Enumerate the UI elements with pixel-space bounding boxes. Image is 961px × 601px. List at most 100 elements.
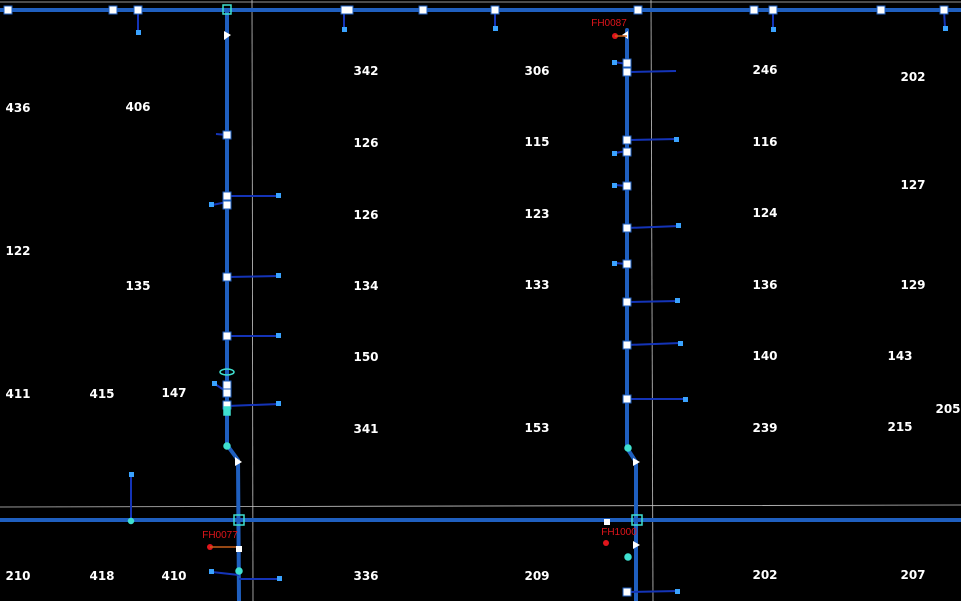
parcel-number-label: 342	[353, 64, 379, 78]
valve-icon[interactable]	[622, 259, 632, 269]
valve-icon[interactable]	[222, 191, 232, 201]
valve-icon[interactable]	[876, 5, 886, 15]
valve-icon[interactable]	[418, 5, 428, 15]
coupling-icon[interactable]	[223, 406, 231, 416]
valve-icon[interactable]	[939, 5, 949, 15]
parcel-number-label: 147	[161, 386, 187, 400]
parcel-number-label: 150	[353, 350, 379, 364]
valve-icon[interactable]	[622, 394, 632, 404]
meter-icon[interactable]	[675, 589, 680, 594]
parcel-number-label: 436	[5, 101, 31, 115]
valve-icon[interactable]	[222, 130, 232, 140]
parcel-number-label: 202	[900, 70, 926, 84]
valve-icon[interactable]	[108, 5, 118, 15]
parcel-number-label: 306	[524, 64, 550, 78]
service-line[interactable]	[626, 590, 679, 593]
hydrant-icon[interactable]	[603, 540, 609, 546]
valve-icon[interactable]	[622, 67, 632, 77]
meter-icon[interactable]	[209, 569, 214, 574]
bend-icon[interactable]	[223, 442, 231, 450]
meter-icon[interactable]	[212, 381, 217, 386]
meter-icon[interactable]	[676, 223, 681, 228]
parcel-number-label: 406	[125, 100, 151, 114]
valve-icon[interactable]	[622, 297, 632, 307]
meter-icon[interactable]	[612, 261, 617, 266]
parcel-number-label: 136	[752, 278, 778, 292]
valve-icon[interactable]	[490, 5, 500, 15]
meter-icon[interactable]	[943, 26, 948, 31]
meter-icon[interactable]	[136, 30, 141, 35]
valve-icon[interactable]	[622, 147, 632, 157]
parcel-number-label: 143	[887, 349, 913, 363]
valve-icon[interactable]	[622, 587, 632, 597]
parcel-number-label: 129	[900, 278, 926, 292]
valve-icon[interactable]	[222, 388, 232, 398]
meter-icon[interactable]	[277, 576, 282, 581]
parcel-number-label: 115	[524, 135, 550, 149]
tee-icon[interactable]	[127, 517, 135, 525]
service-line[interactable]	[626, 138, 678, 141]
valve-icon[interactable]	[222, 331, 232, 341]
valve-icon[interactable]	[622, 223, 632, 233]
bend-icon[interactable]	[624, 444, 632, 452]
hydrant-label: FH1000	[601, 527, 637, 538]
valve-icon[interactable]	[749, 5, 759, 15]
parcel-number-label: 135	[125, 279, 151, 293]
parcel-number-label: 336	[353, 569, 379, 583]
meter-icon[interactable]	[675, 298, 680, 303]
meter-icon[interactable]	[674, 137, 679, 142]
parcel-number-label: 411	[5, 387, 31, 401]
parcel-number-label: 153	[524, 421, 550, 435]
valve-icon[interactable]	[222, 272, 232, 282]
hydrant-label: FH0087	[591, 18, 627, 29]
meter-icon[interactable]	[771, 27, 776, 32]
meter-icon[interactable]	[612, 183, 617, 188]
parcel-number-label: 215	[887, 420, 913, 434]
cap-icon[interactable]	[236, 546, 242, 552]
parcel-number-label: 122	[5, 244, 31, 258]
parcel-number-label: 133	[524, 278, 550, 292]
meter-icon[interactable]	[612, 151, 617, 156]
valve-icon[interactable]	[622, 340, 632, 350]
cap-icon[interactable]	[604, 519, 610, 525]
meter-icon[interactable]	[276, 273, 281, 278]
meter-icon[interactable]	[276, 401, 281, 406]
meter-icon[interactable]	[209, 202, 214, 207]
parcel-number-label: 418	[89, 569, 115, 583]
valve-icon[interactable]	[222, 200, 232, 210]
valve-icon[interactable]	[133, 5, 143, 15]
parcel-number-label: 126	[353, 136, 379, 150]
parcel-number-label: 126	[353, 208, 379, 222]
parcel-number-label: 134	[353, 279, 379, 293]
meter-icon[interactable]	[342, 27, 347, 32]
valve-icon[interactable]	[768, 5, 778, 15]
valve-icon[interactable]	[340, 5, 354, 15]
service-line[interactable]	[626, 300, 679, 303]
bend-icon[interactable]	[624, 553, 632, 561]
parcel-number-label: 123	[524, 207, 550, 221]
meter-icon[interactable]	[683, 397, 688, 402]
service-line[interactable]	[626, 70, 677, 73]
meter-icon[interactable]	[678, 341, 683, 346]
parcel-number-label: 127	[900, 178, 926, 192]
parcel-number-label: 246	[752, 63, 778, 77]
valve-icon[interactable]	[3, 5, 13, 15]
meter-icon[interactable]	[612, 60, 617, 65]
valve-icon[interactable]	[633, 5, 643, 15]
meter-icon[interactable]	[276, 193, 281, 198]
meter-icon[interactable]	[276, 333, 281, 338]
parcel-number-label: 140	[752, 349, 778, 363]
parcel-number-label: 116	[752, 135, 778, 149]
parcel-number-label: 239	[752, 421, 778, 435]
service-line[interactable]	[226, 275, 280, 278]
valve-icon[interactable]	[622, 135, 632, 145]
parcel-number-label: 210	[5, 569, 31, 583]
valve-icon[interactable]	[622, 58, 632, 68]
valve-icon[interactable]	[222, 380, 232, 390]
bend-icon[interactable]	[235, 567, 243, 575]
valve-icon[interactable]	[622, 181, 632, 191]
parcel-number-label: 341	[353, 422, 379, 436]
utility-map-canvas[interactable]	[0, 0, 961, 601]
meter-icon[interactable]	[493, 26, 498, 31]
meter-icon[interactable]	[129, 472, 134, 477]
